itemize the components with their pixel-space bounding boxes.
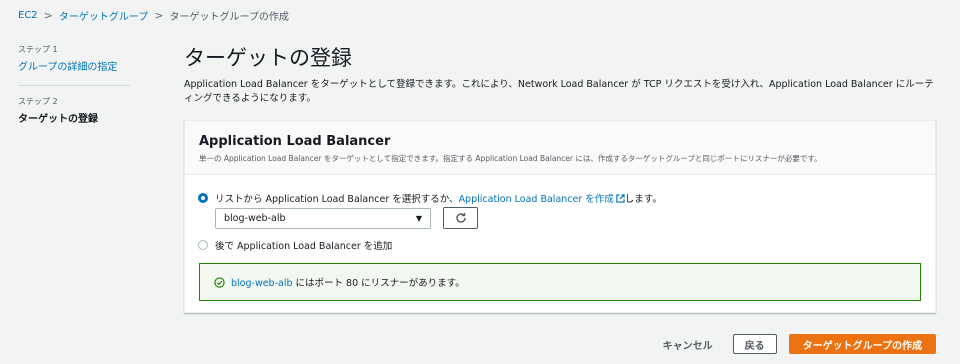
step-2-current: ターゲットの登録 xyxy=(18,114,98,125)
radio-button-unselected[interactable] xyxy=(198,240,208,250)
option2-text: 後で Application Load Balancer を追加 xyxy=(215,241,393,252)
check-circle-icon xyxy=(214,276,225,288)
alb-select-value: blog-web-alb xyxy=(224,213,286,224)
step-1-label: ステップ 1 xyxy=(18,45,58,54)
refresh-button[interactable] xyxy=(443,207,478,229)
panel-header: Application Load Balancer 単一の Applicatio… xyxy=(185,121,935,175)
caret-down-icon: ▼ xyxy=(415,214,422,223)
wizard-steps: ステップ 1 グループの詳細の指定 ステップ 2 ターゲットの登録 xyxy=(18,44,130,125)
breadcrumb-current: ターゲットグループの作成 xyxy=(169,12,289,23)
back-button[interactable]: 戻る xyxy=(732,334,777,354)
external-link-icon[interactable] xyxy=(616,194,625,203)
refresh-icon xyxy=(455,213,466,223)
radio-select-from-list[interactable]: リストから Application Load Balancer を選択するか、A… xyxy=(198,191,662,205)
step-2-label: ステップ 2 xyxy=(18,97,58,106)
page-description: Application Load Balancer をターゲットとして登録できま… xyxy=(184,79,934,104)
create-alb-link[interactable]: Application Load Balancer を作成 xyxy=(459,194,614,205)
radio-button-selected[interactable] xyxy=(198,193,208,203)
alb-name-link[interactable]: blog-web-alb xyxy=(231,278,293,289)
create-target-group-button[interactable]: ターゲットグループの作成 xyxy=(788,334,936,354)
step-1-link[interactable]: グループの詳細の指定 xyxy=(18,58,130,73)
breadcrumb-separator: > xyxy=(154,9,164,22)
breadcrumb-target-groups[interactable]: ターゲットグループ xyxy=(59,8,148,23)
breadcrumb: EC2 > ターゲットグループ > ターゲットグループの作成 xyxy=(18,8,289,23)
alb-panel: Application Load Balancer 単一の Applicatio… xyxy=(184,120,936,313)
success-alert: blog-web-alb にはポート 80 にリスナーがあります。 xyxy=(199,263,921,301)
breadcrumb-ec2[interactable]: EC2 xyxy=(18,10,38,21)
alb-select[interactable]: blog-web-alb ▼ xyxy=(215,208,431,229)
footer-actions: キャンセル 戻る ターゲットグループの作成 xyxy=(655,334,936,354)
option1-text: リストから Application Load Balancer を選択するか、A… xyxy=(215,194,662,205)
panel-title: Application Load Balancer xyxy=(199,134,391,149)
step-divider xyxy=(18,85,130,86)
radio-add-later[interactable]: 後で Application Load Balancer を追加 xyxy=(198,238,392,252)
page-title: ターゲットの登録 xyxy=(184,46,352,70)
success-text: blog-web-alb にはポート 80 にリスナーがあります。 xyxy=(231,278,465,289)
cancel-button[interactable]: キャンセル xyxy=(655,337,721,352)
breadcrumb-separator: > xyxy=(43,9,53,22)
panel-subtitle: 単一の Application Load Balancer をターゲットとして指… xyxy=(199,154,822,163)
